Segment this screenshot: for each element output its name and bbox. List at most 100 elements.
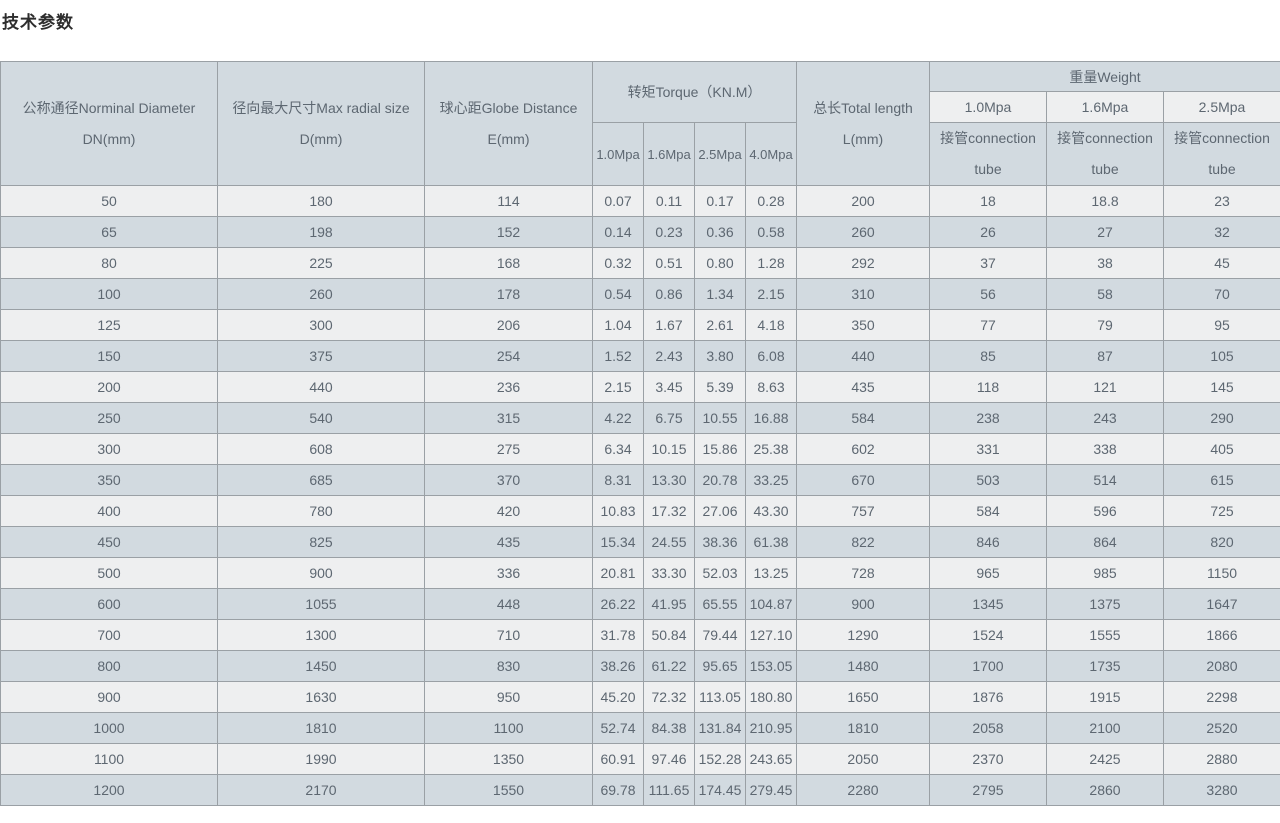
- table-cell: 6.75: [644, 403, 695, 434]
- table-cell: 6.34: [593, 434, 644, 465]
- table-cell: 113.05: [695, 682, 746, 713]
- table-cell: 1550: [425, 775, 593, 806]
- table-cell: 0.58: [746, 217, 797, 248]
- table-cell: 260: [218, 279, 425, 310]
- table-row: 40078042010.8317.3227.0643.3075758459672…: [1, 496, 1280, 527]
- table-cell: 118: [930, 372, 1047, 403]
- table-cell: 1480: [797, 651, 930, 682]
- table-cell: 17.32: [644, 496, 695, 527]
- table-cell: 1350: [425, 744, 593, 775]
- table-cell: 1000: [1, 713, 218, 744]
- table-cell: 2050: [797, 744, 930, 775]
- table-cell: 1735: [1047, 651, 1164, 682]
- table-cell: 1990: [218, 744, 425, 775]
- table-cell: 52.03: [695, 558, 746, 589]
- table-cell: 820: [1164, 527, 1280, 558]
- table-cell: 1100: [1, 744, 218, 775]
- table-cell: 300: [1, 434, 218, 465]
- col-header-globe-distance: 球心距Globe Distance E(mm): [425, 62, 593, 186]
- table-cell: 600: [1, 589, 218, 620]
- table-cell: 1647: [1164, 589, 1280, 620]
- table-cell: 300: [218, 310, 425, 341]
- table-cell: 596: [1047, 496, 1164, 527]
- table-cell: 80: [1, 248, 218, 279]
- table-cell: 25.38: [746, 434, 797, 465]
- table-row: 800145083038.2661.2295.65153.05148017001…: [1, 651, 1280, 682]
- col-header-weight-2.5mpa: 2.5Mpa: [1164, 92, 1280, 123]
- table-cell: 0.54: [593, 279, 644, 310]
- table-cell: 757: [797, 496, 930, 527]
- col-header-total-length: 总长Total length L(mm): [797, 62, 930, 186]
- table-cell: 710: [425, 620, 593, 651]
- col-header-max-radial-size: 径向最大尺寸Max radial size D(mm): [218, 62, 425, 186]
- col-header-max-radial-size-line1: 径向最大尺寸Max radial size: [218, 93, 424, 124]
- table-cell: 250: [1, 403, 218, 434]
- table-cell: 2880: [1164, 744, 1280, 775]
- table-cell: 10.55: [695, 403, 746, 434]
- table-row: 2505403154.226.7510.5516.88584238243290: [1, 403, 1280, 434]
- table-row: 1503752541.522.433.806.084408587105: [1, 341, 1280, 372]
- table-cell: 104.87: [746, 589, 797, 620]
- table-cell: 780: [218, 496, 425, 527]
- table-cell: 435: [797, 372, 930, 403]
- table-cell: 6.08: [746, 341, 797, 372]
- table-cell: 2080: [1164, 651, 1280, 682]
- table-cell: 450: [1, 527, 218, 558]
- table-cell: 2520: [1164, 713, 1280, 744]
- table-cell: 310: [797, 279, 930, 310]
- table-cell: 2795: [930, 775, 1047, 806]
- table-cell: 2.15: [746, 279, 797, 310]
- table-cell: 985: [1047, 558, 1164, 589]
- table-cell: 200: [797, 186, 930, 217]
- table-cell: 1650: [797, 682, 930, 713]
- table-cell: 0.80: [695, 248, 746, 279]
- tech-params-table: 公称通径Norminal Diameter DN(mm) 径向最大尺寸Max r…: [0, 61, 1280, 806]
- col-header-connection-tube-3: 接管connection tube: [1164, 123, 1280, 186]
- table-cell: 900: [218, 558, 425, 589]
- table-row: 1253002061.041.672.614.18350777995: [1, 310, 1280, 341]
- table-cell: 31.78: [593, 620, 644, 651]
- table-cell: 2.61: [695, 310, 746, 341]
- table-cell: 0.36: [695, 217, 746, 248]
- table-cell: 822: [797, 527, 930, 558]
- table-cell: 41.95: [644, 589, 695, 620]
- table-header: 公称通径Norminal Diameter DN(mm) 径向最大尺寸Max r…: [1, 62, 1280, 186]
- table-cell: 236: [425, 372, 593, 403]
- table-cell: 950: [425, 682, 593, 713]
- table-cell: 3280: [1164, 775, 1280, 806]
- col-header-weight-1.6mpa: 1.6Mpa: [1047, 92, 1164, 123]
- table-cell: 50.84: [644, 620, 695, 651]
- table-cell: 50: [1, 186, 218, 217]
- table-cell: 95: [1164, 310, 1280, 341]
- table-cell: 4.22: [593, 403, 644, 434]
- table-cell: 27: [1047, 217, 1164, 248]
- table-cell: 1810: [218, 713, 425, 744]
- header-row-1: 公称通径Norminal Diameter DN(mm) 径向最大尺寸Max r…: [1, 62, 1280, 92]
- table-cell: 24.55: [644, 527, 695, 558]
- table-cell: 2.43: [644, 341, 695, 372]
- table-cell: 32: [1164, 217, 1280, 248]
- col-header-torque-2.5mpa: 2.5Mpa: [695, 123, 746, 186]
- table-row: 651981520.140.230.360.58260262732: [1, 217, 1280, 248]
- table-cell: 200: [1, 372, 218, 403]
- table-cell: 2100: [1047, 713, 1164, 744]
- table-cell: 279.45: [746, 775, 797, 806]
- table-cell: 584: [930, 496, 1047, 527]
- table-cell: 0.14: [593, 217, 644, 248]
- table-cell: 1200: [1, 775, 218, 806]
- table-row: 1002601780.540.861.342.15310565870: [1, 279, 1280, 310]
- table-cell: 5.39: [695, 372, 746, 403]
- table-cell: 20.81: [593, 558, 644, 589]
- table-cell: 440: [797, 341, 930, 372]
- table-cell: 1524: [930, 620, 1047, 651]
- table-cell: 965: [930, 558, 1047, 589]
- col-header-weight-group: 重量Weight: [930, 62, 1280, 92]
- table-cell: 97.46: [644, 744, 695, 775]
- table-cell: 825: [218, 527, 425, 558]
- table-cell: 2370: [930, 744, 1047, 775]
- table-row: 2004402362.153.455.398.63435118121145: [1, 372, 1280, 403]
- table-cell: 0.51: [644, 248, 695, 279]
- table-cell: 23: [1164, 186, 1280, 217]
- table-cell: 114: [425, 186, 593, 217]
- table-cell: 2425: [1047, 744, 1164, 775]
